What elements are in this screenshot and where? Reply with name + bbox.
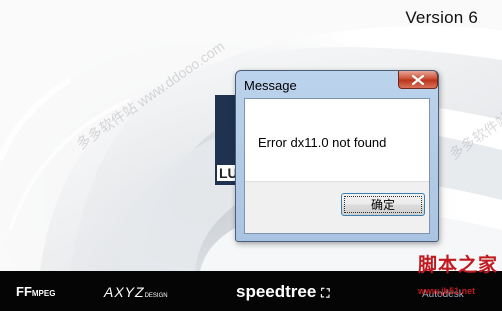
- axyz-logo-text: AXYZ: [104, 284, 145, 300]
- version-label: Version 6: [405, 8, 478, 27]
- site-watermark: 脚本之家 www.jb51.net: [418, 250, 502, 311]
- axyz-logo-small: DESIGN: [144, 293, 168, 299]
- axyz-logo: AXYZDESIGN: [104, 284, 168, 300]
- dialog-client-area: Error dx11.0 not found 确定: [244, 98, 430, 234]
- ffmpeg-logo: FFMPEG: [16, 284, 55, 299]
- site-watermark-url: www.jb51.net: [418, 286, 476, 296]
- speedtree-logo: speedtree ⛶: [236, 282, 329, 302]
- site-watermark-chinese: 脚本之家: [418, 254, 499, 276]
- message-dialog: Message Error dx11.0 not found 确定: [235, 70, 439, 242]
- ffmpeg-logo-small: MPEG: [31, 289, 56, 298]
- dialog-title: Message: [244, 78, 297, 93]
- error-message: Error dx11.0 not found: [258, 135, 387, 150]
- close-icon: [412, 74, 424, 85]
- speedtree-logo-text: speedtree: [236, 282, 317, 301]
- ok-button-label: 确定: [370, 198, 395, 212]
- ffmpeg-logo-text: FF: [16, 284, 32, 299]
- speedtree-mark-icon: ⛶: [321, 286, 330, 300]
- dialog-footer: 确定: [245, 181, 429, 233]
- close-button[interactable]: [398, 71, 438, 89]
- ok-button[interactable]: 确定: [341, 193, 425, 216]
